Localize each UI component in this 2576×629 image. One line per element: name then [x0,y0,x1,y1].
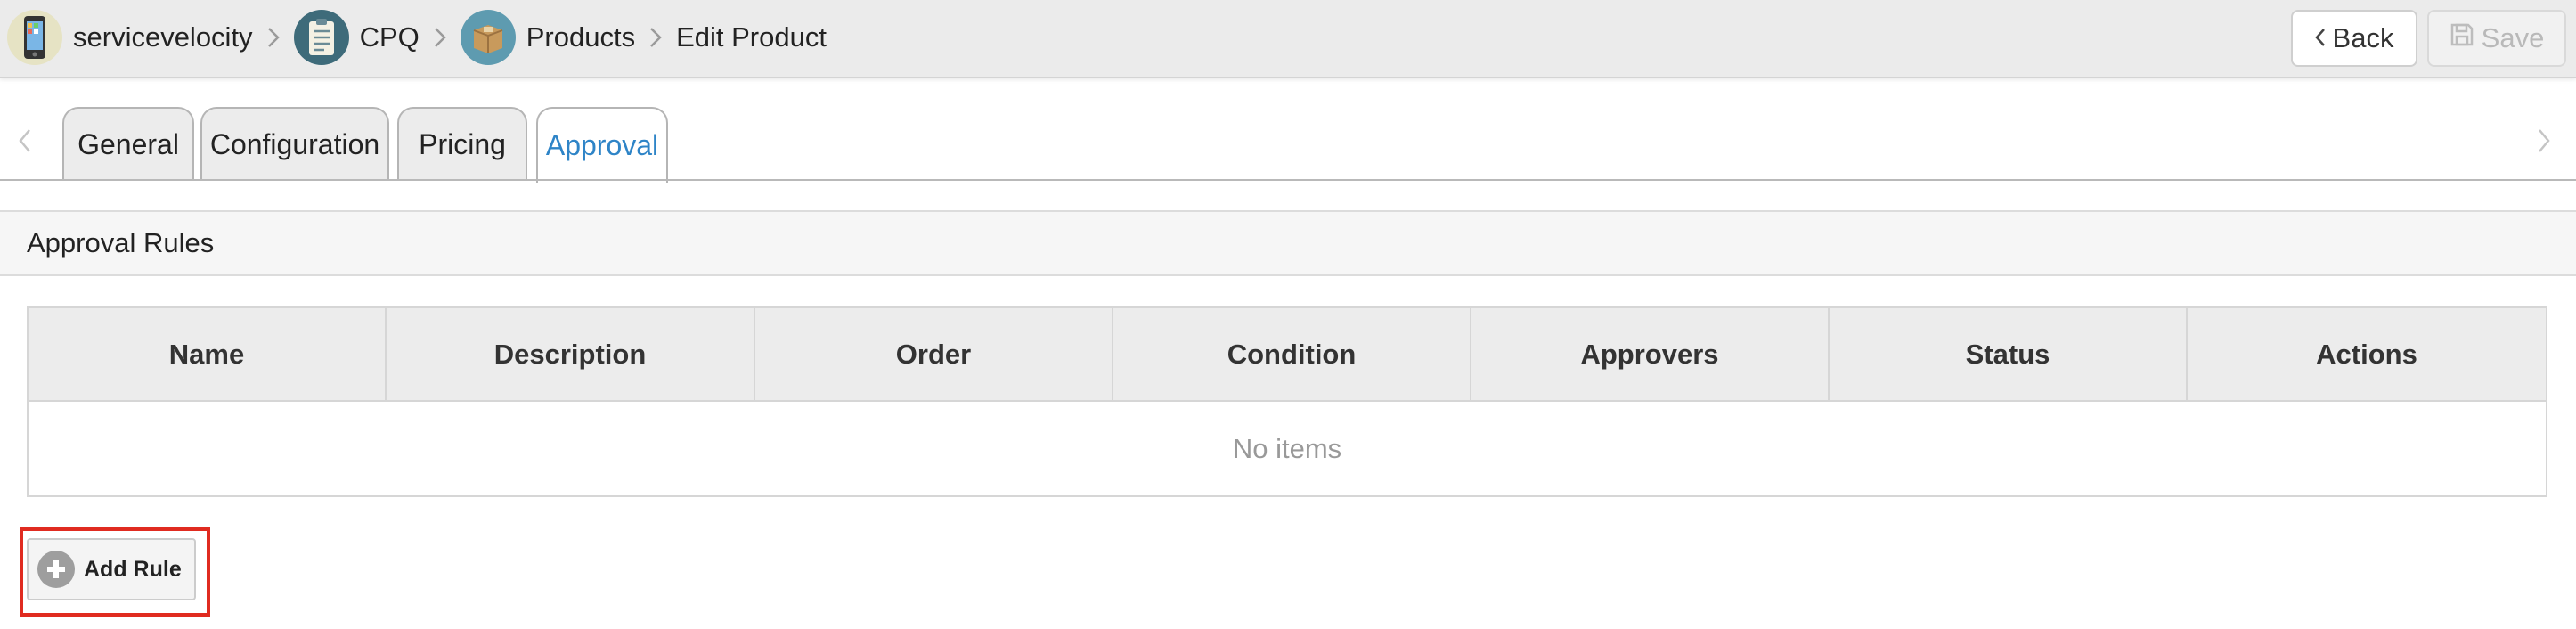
tab-pricing[interactable]: Pricing [397,107,527,181]
breadcrumb-label: Products [526,21,636,53]
section-title: Approval Rules [27,227,215,258]
breadcrumb-item-edit-product: Edit Product [676,8,827,67]
plus-circle-icon [37,551,75,588]
tab-bar: General Configuration Pricing Approval [0,84,2576,183]
top-bar: servicevelocity CPQ Products Edit Produc… [0,0,2576,78]
save-button-label: Save [2481,22,2545,53]
page: servicevelocity CPQ Products Edit Produc… [0,0,2576,629]
empty-state-text: No items [1232,432,1342,464]
section-header: Approval Rules [0,210,2576,276]
back-button-label: Back [2332,22,2394,53]
tab-configuration[interactable]: Configuration [200,107,389,181]
tab-approval[interactable]: Approval [536,107,668,183]
chevron-right-icon [649,27,662,48]
scroll-left-icon[interactable] [18,128,32,158]
breadcrumb: servicevelocity CPQ Products Edit Produc… [7,8,827,67]
tab-label: Configuration [209,128,380,160]
chevron-left-icon [2314,22,2326,54]
column-header-condition[interactable]: Condition [1113,308,1471,400]
tab-baseline [0,179,2576,181]
column-header-name[interactable]: Name [29,308,387,400]
add-rule-label: Add Rule [84,556,182,582]
column-header-order[interactable]: Order [755,308,1113,400]
column-header-description[interactable]: Description [387,308,755,400]
clipboard-icon [293,10,349,65]
tab-label: Pricing [419,128,506,160]
box-icon [460,10,516,65]
tab-label: Approval [545,129,659,161]
column-header-status[interactable]: Status [1830,308,2188,400]
add-rule-button[interactable]: Add Rule [27,538,196,600]
chevron-right-icon [434,27,446,48]
breadcrumb-label: Edit Product [676,21,827,53]
scroll-right-icon[interactable] [2537,128,2551,158]
breadcrumb-label: servicevelocity [73,21,253,53]
column-header-approvers[interactable]: Approvers [1471,308,1830,400]
floppy-disk-icon [2450,22,2474,54]
approval-rules-table: Name Description Order Condition Approve… [27,306,2547,497]
column-header-actions: Actions [2316,338,2417,370]
breadcrumb-label: CPQ [359,21,420,53]
breadcrumb-item-servicevelocity[interactable]: servicevelocity [7,8,253,67]
save-button[interactable]: Save [2427,10,2566,67]
breadcrumb-item-products[interactable]: Products [460,8,636,67]
breadcrumb-item-cpq[interactable]: CPQ [293,8,420,67]
phone-app-icon [7,10,62,65]
table-header-row: Name Description Order Condition Approve… [29,308,2546,402]
back-button[interactable]: Back [2291,10,2417,67]
tab-general[interactable]: General [62,107,194,181]
tab-label: General [77,128,179,160]
chevron-right-icon [267,27,280,48]
